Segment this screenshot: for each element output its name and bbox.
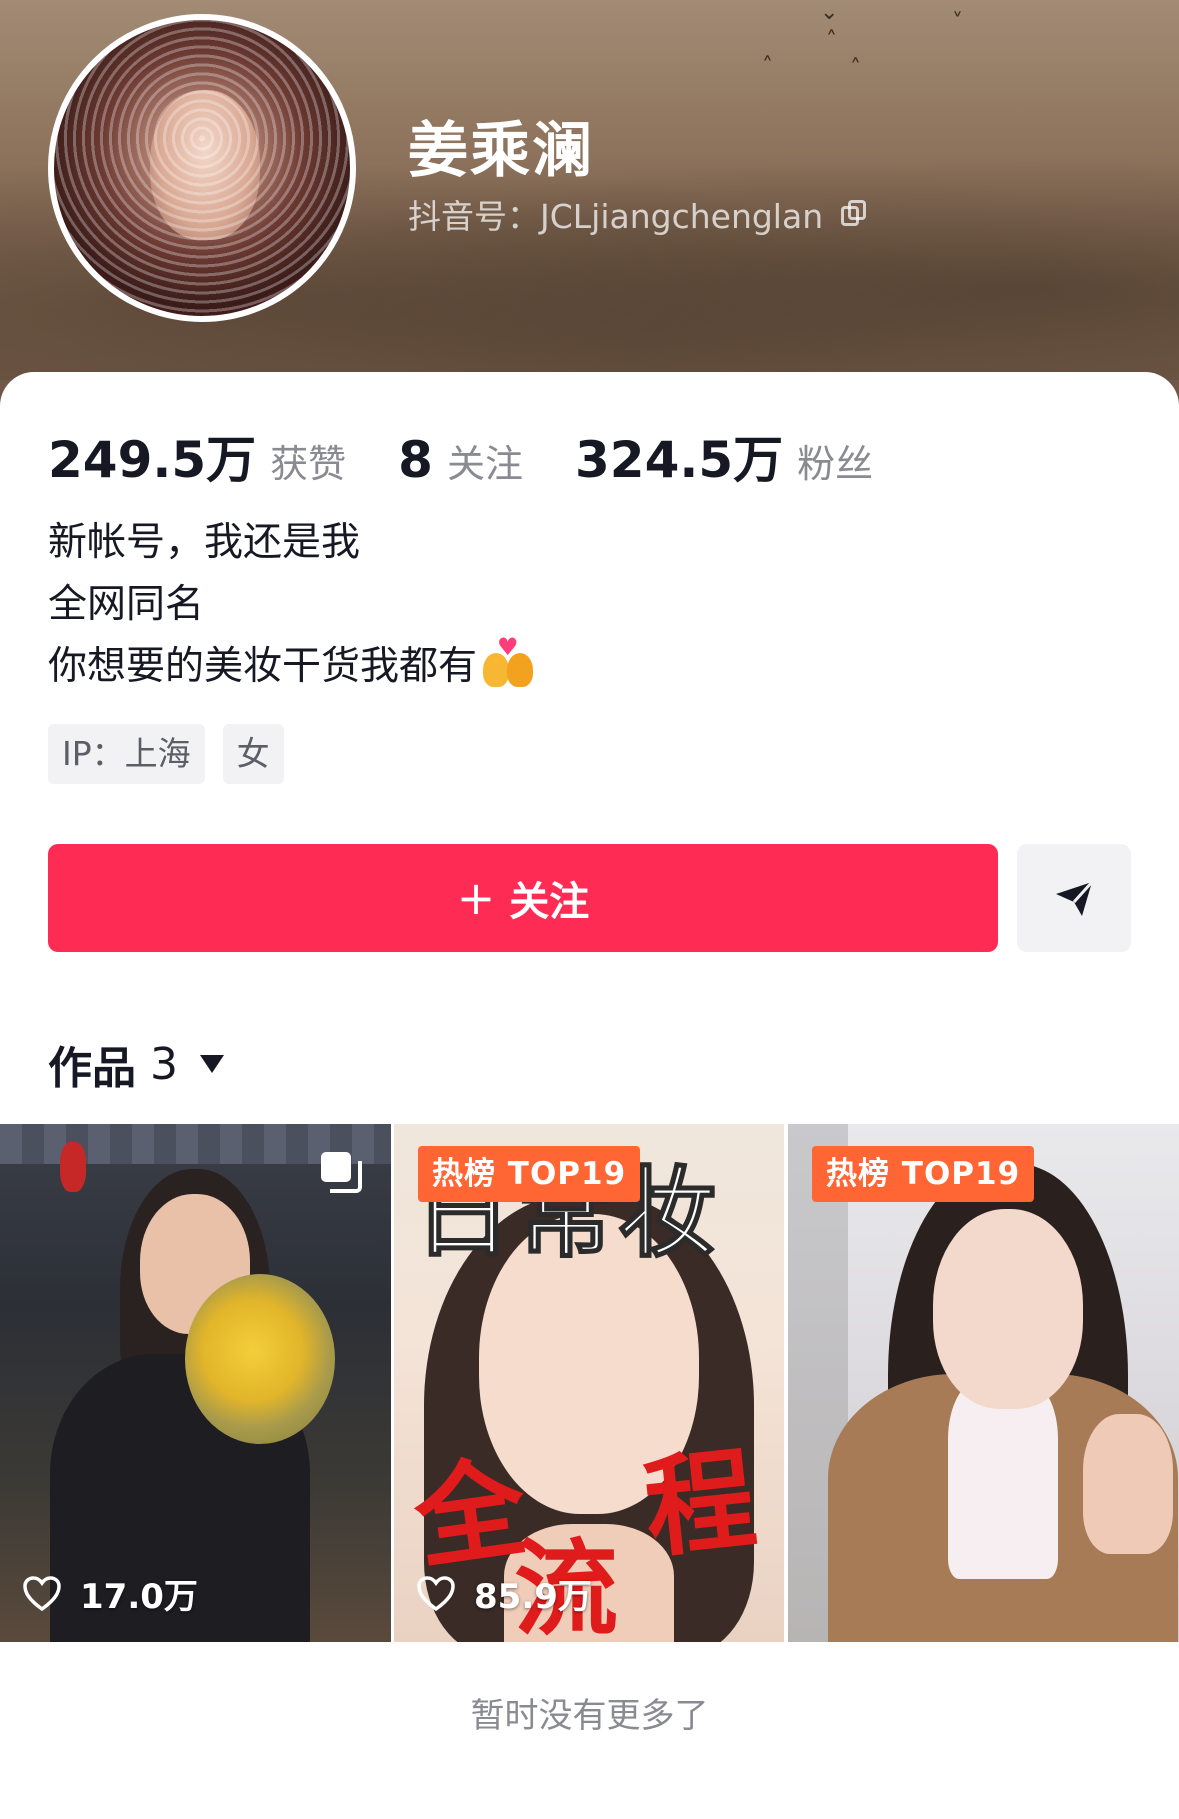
waving-hand xyxy=(1083,1414,1173,1554)
couple-with-heart-emoji: ♥ xyxy=(481,635,535,687)
works-label: 作品 xyxy=(48,1043,136,1094)
person-face xyxy=(933,1209,1083,1409)
hot-rank-badge: 热榜 TOP19 xyxy=(418,1146,641,1202)
avatar[interactable] xyxy=(48,14,356,322)
tag-ip-location: IP：上海 xyxy=(48,724,205,784)
bio-line: 你想要的美妆干货我都有 ♥ xyxy=(48,635,535,698)
stat-value: 249.5万 xyxy=(48,431,257,489)
follow-label: 关注 xyxy=(509,879,590,925)
stat-likes[interactable]: 249.5万 获赞 xyxy=(48,420,346,492)
overlay-title-char: 程 xyxy=(638,1433,762,1574)
profile-tags: IP：上海 女 xyxy=(48,724,284,784)
like-count-text: 85.9万 xyxy=(474,1577,592,1617)
douyin-id-text: 抖音号：JCLjiangchenglan xyxy=(408,197,824,236)
bird-icon: ˅ xyxy=(952,10,963,35)
stat-followers[interactable]: 324.5万 粉丝 xyxy=(575,420,873,492)
stats-row: 249.5万 获赞 8 关注 324.5万 粉丝 xyxy=(48,420,925,492)
plus-icon: + xyxy=(456,871,496,925)
work-thumbnail[interactable]: 日常妆 全 流 程 热榜 TOP19 85.9万 xyxy=(394,1124,784,1642)
profile-banner: ⌄ ˅ ˄ ˄ ˄ 姜乘澜 抖音号：JCLjiangchenglan xyxy=(0,0,1179,420)
avatar-veil xyxy=(54,20,350,316)
works-tab[interactable]: 作品 3 xyxy=(48,1032,224,1096)
like-count: 17.0万 xyxy=(22,1569,198,1618)
stat-value: 8 xyxy=(398,431,433,489)
bio-line-text: 你想要的美妆干货我都有 xyxy=(48,644,478,689)
profile-name: 姜乘澜 xyxy=(408,116,594,186)
lantern xyxy=(60,1142,86,1192)
copy-icon[interactable] xyxy=(841,200,867,228)
douyin-id[interactable]: 抖音号：JCLjiangchenglan xyxy=(408,190,867,238)
like-count-text: 17.0万 xyxy=(80,1577,198,1617)
works-count: 3 xyxy=(150,1038,178,1090)
heart-icon xyxy=(417,1575,455,1611)
stat-label: 关注 xyxy=(446,442,523,486)
send-icon xyxy=(1056,880,1094,916)
send-message-button[interactable] xyxy=(1017,844,1131,952)
bio: 新帐号，我还是我 全网同名 你想要的美妆干货我都有 ♥ xyxy=(48,512,535,698)
stat-label: 获赞 xyxy=(270,442,347,486)
stat-value: 324.5万 xyxy=(574,431,784,489)
bio-line: 全网同名 xyxy=(48,582,205,627)
bio-line: 新帐号，我还是我 xyxy=(48,520,361,565)
no-more-text: 暂时没有更多了 xyxy=(470,1696,709,1736)
like-count: 85.9万 xyxy=(416,1569,592,1618)
stat-following[interactable]: 8 关注 xyxy=(398,431,523,489)
hot-rank-badge: 热榜 TOP19 xyxy=(812,1146,1035,1202)
bird-icon: ˄ xyxy=(762,54,773,79)
caret-down-icon xyxy=(200,1055,224,1073)
bird-icon: ˄ xyxy=(850,56,861,81)
profile-card: 249.5万 获赞 8 关注 324.5万 粉丝 新帐号，我还是我 全网同名 你… xyxy=(0,372,1179,1819)
bird-icon: ⌄ xyxy=(820,0,839,25)
tag-gender: 女 xyxy=(222,724,284,784)
bird-icon: ˄ xyxy=(826,28,837,53)
durian xyxy=(185,1274,335,1444)
work-thumbnail[interactable]: 热榜 TOP19 xyxy=(788,1124,1179,1642)
works-grid: 17.0万 日常妆 全 流 程 热榜 TOP19 85.9万 热榜 TOP19 xyxy=(0,1124,1179,1642)
stat-label: 粉丝 xyxy=(797,442,874,486)
work-thumbnail[interactable]: 17.0万 xyxy=(0,1124,391,1642)
blouse xyxy=(948,1379,1058,1579)
follow-button[interactable]: + 关注 xyxy=(48,844,998,952)
multi-image-icon xyxy=(321,1152,362,1193)
heart-icon xyxy=(23,1575,61,1611)
